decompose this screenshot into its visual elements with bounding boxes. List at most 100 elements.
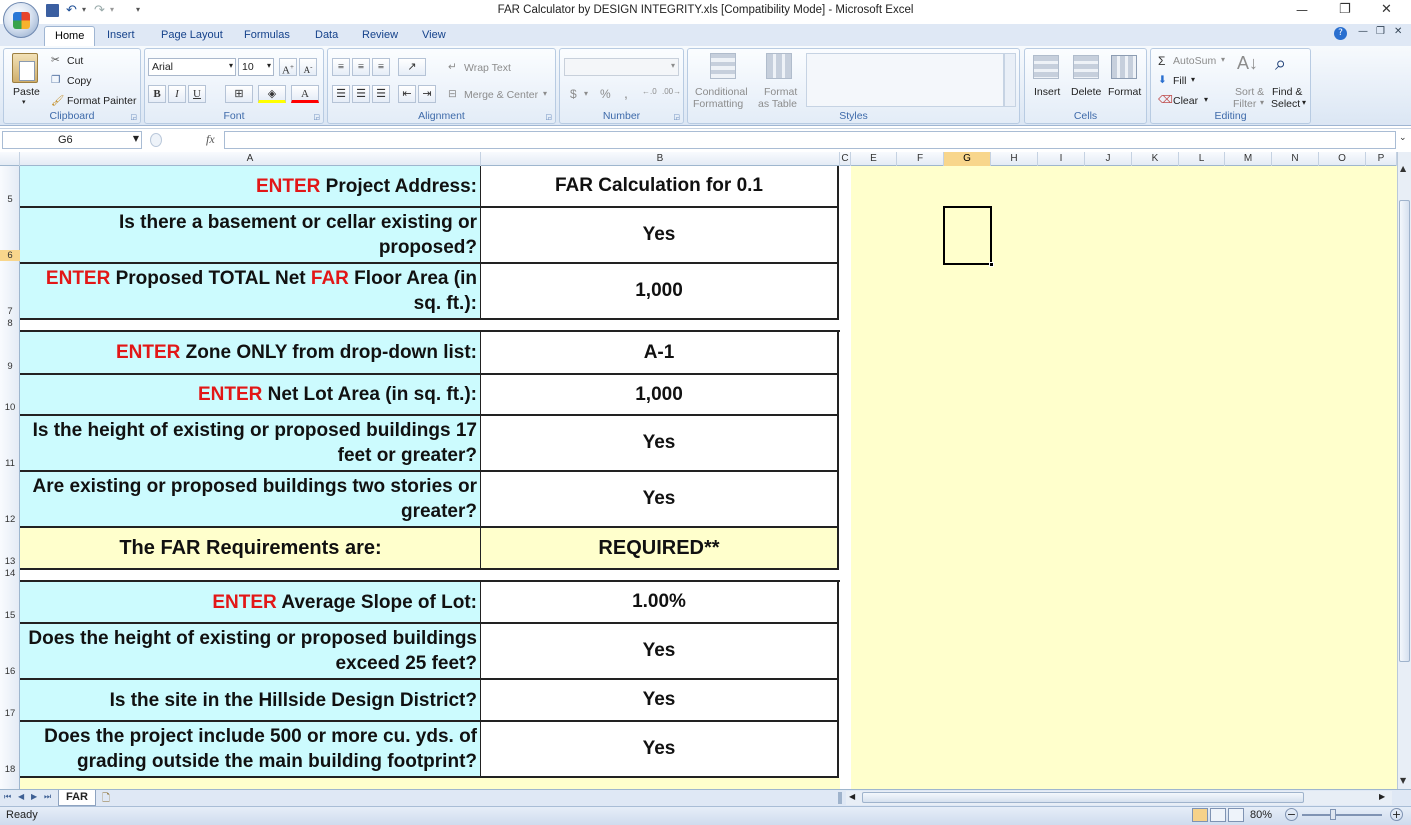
- scroll-down-icon[interactable]: ▼: [1400, 776, 1406, 785]
- cell-b13[interactable]: REQUIRED**: [481, 528, 839, 570]
- paste-dropdown-icon[interactable]: ▾: [22, 98, 26, 106]
- ribbon-close-icon[interactable]: ✕: [1394, 26, 1402, 37]
- grow-font-button[interactable]: A+: [279, 58, 297, 77]
- copy-button[interactable]: Copy: [67, 75, 92, 87]
- cell-b5[interactable]: FAR Calculation for 0.1: [481, 166, 839, 208]
- ribbon-restore-icon[interactable]: ❐: [1376, 26, 1385, 37]
- office-button[interactable]: [3, 2, 39, 38]
- row-header[interactable]: 6: [0, 250, 20, 261]
- format-painter-icon[interactable]: 🖌: [51, 94, 64, 107]
- find-select-label-2[interactable]: Select: [1271, 98, 1300, 110]
- insert-function-button[interactable]: fx: [206, 132, 215, 147]
- scroll-up-icon[interactable]: ▲: [1400, 164, 1406, 173]
- zoom-slider-thumb[interactable]: [1330, 809, 1336, 820]
- restore-button[interactable]: ❐: [1339, 2, 1351, 17]
- tab-data[interactable]: Data: [315, 26, 338, 46]
- cut-button[interactable]: Cut: [67, 55, 83, 67]
- percent-button[interactable]: %: [600, 87, 611, 101]
- column-header-h[interactable]: H: [991, 152, 1038, 166]
- clear-dropdown-icon[interactable]: ▾: [1204, 95, 1208, 104]
- vertical-scroll-thumb[interactable]: [1399, 200, 1410, 662]
- sort-filter-label-2[interactable]: Filter: [1233, 98, 1256, 110]
- sort-filter-label-1[interactable]: Sort &: [1235, 86, 1264, 98]
- increase-indent-button[interactable]: ⇥: [418, 85, 436, 103]
- row-header[interactable]: 11: [0, 458, 20, 469]
- scroll-right-icon[interactable]: ▶: [1379, 792, 1385, 801]
- formula-bar-splitter[interactable]: [150, 133, 162, 147]
- cell-b18[interactable]: Yes: [481, 722, 839, 778]
- tab-page-layout[interactable]: Page Layout: [161, 26, 223, 46]
- cell-a13[interactable]: The FAR Requirements are:: [20, 528, 481, 570]
- cell-b6[interactable]: Yes: [481, 208, 839, 264]
- number-format-select[interactable]: ▾: [564, 58, 679, 76]
- row-header[interactable]: 12: [0, 514, 20, 525]
- conditional-formatting-label-1[interactable]: Conditional: [695, 86, 748, 98]
- row-header[interactable]: 15: [0, 610, 20, 621]
- fill-dropdown-icon[interactable]: ▾: [1191, 75, 1195, 84]
- shrink-font-button[interactable]: A-: [299, 58, 317, 76]
- zoom-out-icon[interactable]: −: [1285, 808, 1298, 821]
- format-as-table-label-2[interactable]: as Table: [758, 98, 797, 110]
- cell-b10[interactable]: 1,000: [481, 375, 839, 416]
- format-cells-button[interactable]: Format: [1108, 86, 1141, 98]
- next-sheet-icon[interactable]: ▶: [31, 792, 37, 801]
- tab-review[interactable]: Review: [362, 26, 398, 46]
- row-header[interactable]: 13: [0, 556, 20, 567]
- column-header-o[interactable]: O: [1319, 152, 1366, 166]
- cell-b16[interactable]: Yes: [481, 624, 839, 680]
- zoom-in-icon[interactable]: +: [1390, 808, 1403, 821]
- cell-b12[interactable]: Yes: [481, 472, 839, 528]
- column-header-p[interactable]: P: [1366, 152, 1397, 166]
- merge-center-dropdown-icon[interactable]: ▾: [543, 89, 547, 98]
- delete-cells-button[interactable]: Delete: [1071, 86, 1101, 98]
- bold-button[interactable]: B: [148, 85, 166, 103]
- find-select-icon[interactable]: ⌕: [1275, 53, 1286, 76]
- row-header[interactable]: 9: [0, 361, 20, 372]
- column-header-j[interactable]: J: [1085, 152, 1132, 166]
- clear-icon[interactable]: ⌫: [1158, 94, 1173, 106]
- orientation-button[interactable]: ↗: [398, 58, 426, 76]
- cell-b7[interactable]: 1,000: [481, 264, 839, 320]
- decrease-decimal-icon[interactable]: .00→: [662, 87, 681, 96]
- close-button[interactable]: ✕: [1381, 2, 1392, 17]
- align-right-button[interactable]: ☰: [372, 85, 390, 103]
- underline-button[interactable]: U: [188, 85, 206, 103]
- column-header-a[interactable]: A: [20, 152, 481, 166]
- align-top-button[interactable]: ≡: [332, 58, 350, 76]
- conditional-formatting-icon[interactable]: [710, 53, 736, 79]
- currency-button[interactable]: $: [570, 87, 577, 101]
- fill-handle[interactable]: [989, 262, 994, 267]
- find-select-label-1[interactable]: Find &: [1272, 86, 1302, 98]
- clear-button[interactable]: Clear: [1173, 95, 1198, 107]
- format-cells-icon[interactable]: [1111, 55, 1137, 79]
- normal-view-icon[interactable]: [1192, 808, 1208, 822]
- worksheet-grid[interactable]: ENTER Project Address: FAR Calculation f…: [20, 166, 1398, 789]
- tab-split-handle[interactable]: [838, 792, 842, 804]
- alignment-launcher-icon[interactable]: ◲: [545, 113, 552, 121]
- font-size-select[interactable]: 10 ▾: [238, 58, 274, 76]
- fill-icon[interactable]: ⬇: [1158, 74, 1167, 86]
- cell-a10[interactable]: ENTER Net Lot Area (in sq. ft.):: [20, 375, 481, 416]
- wrap-text-button[interactable]: Wrap Text: [464, 62, 511, 74]
- paste-icon[interactable]: [12, 53, 38, 83]
- row-header[interactable]: 7: [0, 306, 20, 317]
- column-header-k[interactable]: K: [1132, 152, 1179, 166]
- last-sheet-icon[interactable]: ⏭: [44, 792, 51, 802]
- increase-decimal-icon[interactable]: ←.0: [642, 87, 657, 96]
- currency-dropdown-icon[interactable]: ▾: [584, 89, 588, 98]
- column-header-f[interactable]: F: [897, 152, 944, 166]
- number-launcher-icon[interactable]: ◲: [673, 113, 680, 121]
- row-header[interactable]: 14: [0, 568, 20, 579]
- scroll-left-icon[interactable]: ◀: [849, 792, 855, 801]
- align-middle-button[interactable]: ≡: [352, 58, 370, 76]
- cell-a12[interactable]: Are existing or proposed buildings two s…: [20, 472, 481, 528]
- font-color-button[interactable]: A: [291, 85, 319, 103]
- help-icon[interactable]: ?: [1334, 27, 1347, 40]
- column-header-b[interactable]: B: [481, 152, 840, 166]
- cell-a18[interactable]: Does the project include 500 or more cu.…: [20, 722, 481, 778]
- borders-button[interactable]: ⊞: [225, 85, 253, 103]
- cell-a7[interactable]: ENTER Proposed TOTAL Net FAR Floor Area …: [20, 264, 481, 320]
- horizontal-scroll-thumb[interactable]: [862, 792, 1304, 803]
- insert-cells-button[interactable]: Insert: [1034, 86, 1060, 98]
- cell-b15[interactable]: 1.00%: [481, 582, 839, 624]
